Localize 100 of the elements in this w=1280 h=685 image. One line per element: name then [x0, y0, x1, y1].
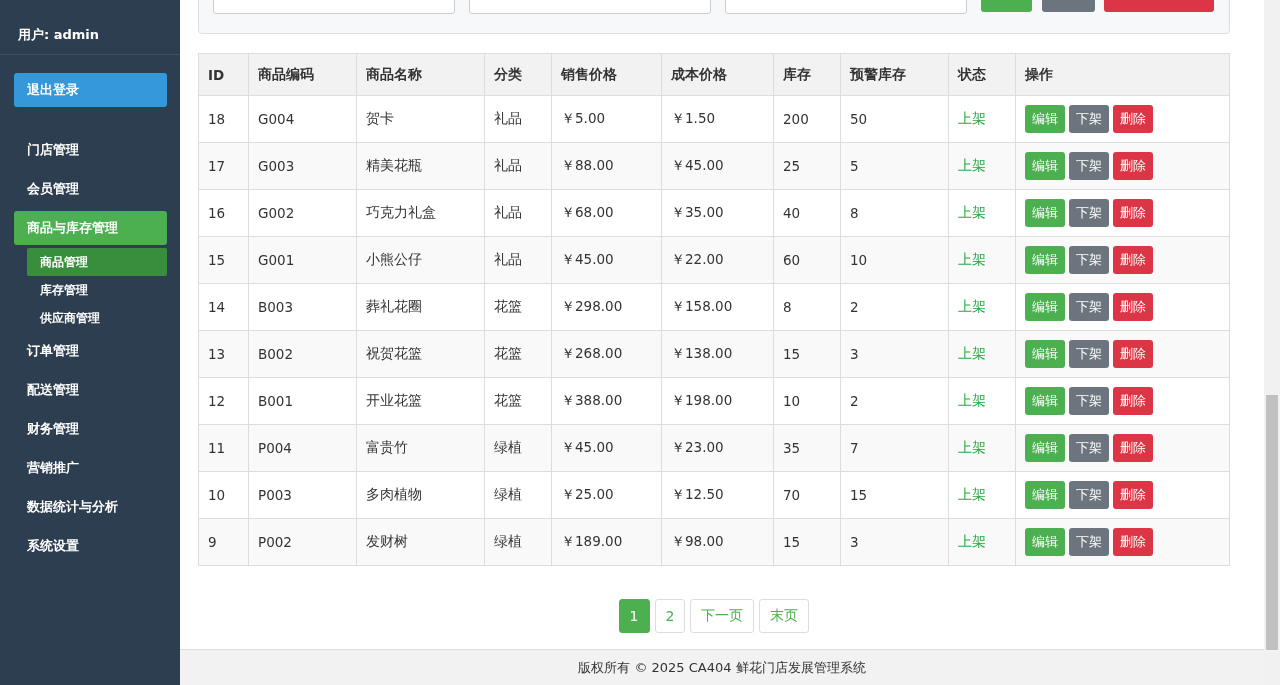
table-cell: ￥5.00: [552, 96, 662, 142]
toggle-button[interactable]: 下架: [1069, 246, 1109, 274]
table-cell: ￥138.00: [662, 331, 774, 377]
delete-button[interactable]: 删除: [1113, 293, 1153, 321]
toggle-button[interactable]: 下架: [1069, 528, 1109, 556]
logout-button[interactable]: 退出登录: [14, 73, 167, 107]
table-cell: 16: [199, 190, 249, 236]
toggle-button[interactable]: 下架: [1069, 387, 1109, 415]
delete-button[interactable]: 删除: [1113, 246, 1153, 274]
sidebar-subitem[interactable]: 库存管理: [27, 276, 167, 304]
delete-button[interactable]: 删除: [1113, 152, 1153, 180]
table-cell: 花篮: [485, 284, 552, 330]
table-cell: B003: [249, 284, 357, 330]
table-cell: 8: [774, 284, 841, 330]
toggle-button[interactable]: 下架: [1069, 340, 1109, 368]
table-cell: 70: [774, 472, 841, 518]
status-text: 上架: [949, 284, 1016, 330]
column-header: 库存: [774, 54, 841, 95]
edit-button[interactable]: 编辑: [1025, 199, 1065, 227]
page-button[interactable]: 1: [618, 599, 650, 633]
sidebar-item[interactable]: 配送管理: [14, 373, 167, 407]
delete-button[interactable]: 删除: [1113, 434, 1153, 462]
sidebar-item[interactable]: 数据统计与分析: [14, 490, 167, 524]
delete-button[interactable]: 删除: [1113, 528, 1153, 556]
footer: 版权所有 © 2025 CA404 鲜花门店发展管理系统: [180, 649, 1264, 685]
edit-button[interactable]: 编辑: [1025, 434, 1065, 462]
table-cell: 绿植: [485, 519, 552, 565]
toggle-button[interactable]: 下架: [1069, 152, 1109, 180]
column-header: 分类: [485, 54, 552, 95]
status-text: 上架: [949, 331, 1016, 377]
edit-button[interactable]: 编辑: [1025, 105, 1065, 133]
status-text: 上架: [949, 143, 1016, 189]
table-cell: ￥45.00: [662, 143, 774, 189]
table-cell: 15: [841, 472, 949, 518]
edit-button[interactable]: 编辑: [1025, 528, 1065, 556]
table-cell: ￥12.50: [662, 472, 774, 518]
table-cell: 15: [774, 519, 841, 565]
table-cell: ￥68.00: [552, 190, 662, 236]
delete-button[interactable]: 删除: [1113, 481, 1153, 509]
edit-button[interactable]: 编辑: [1025, 340, 1065, 368]
table-cell: ￥158.00: [662, 284, 774, 330]
delete-button[interactable]: 删除: [1113, 340, 1153, 368]
toggle-button[interactable]: 下架: [1069, 434, 1109, 462]
sidebar-item[interactable]: 订单管理: [14, 334, 167, 368]
status-text: 上架: [949, 519, 1016, 565]
table-cell: 3: [841, 519, 949, 565]
scrollbar[interactable]: [1264, 0, 1280, 685]
table-cell: ￥35.00: [662, 190, 774, 236]
page-button[interactable]: 2: [654, 599, 686, 633]
table-cell: 2: [841, 284, 949, 330]
table-cell: 15: [199, 237, 249, 283]
edit-button[interactable]: 编辑: [1025, 152, 1065, 180]
table-cell: 18: [199, 96, 249, 142]
sidebar-item[interactable]: 商品与库存管理: [14, 211, 167, 245]
sidebar-subitem[interactable]: 商品管理: [27, 248, 167, 276]
sidebar-item[interactable]: 会员管理: [14, 172, 167, 206]
table-cell: 25: [774, 143, 841, 189]
table-cell: 35: [774, 425, 841, 471]
table-cell: P002: [249, 519, 357, 565]
table-cell: 精美花瓶: [357, 143, 485, 189]
toggle-button[interactable]: 下架: [1069, 199, 1109, 227]
sidebar-subitem[interactable]: 供应商管理: [27, 304, 167, 332]
status-text: 上架: [949, 96, 1016, 142]
sidebar-item[interactable]: 门店管理: [14, 133, 167, 167]
table-cell: ￥1.50: [662, 96, 774, 142]
sidebar-item[interactable]: 财务管理: [14, 412, 167, 446]
edit-button[interactable]: 编辑: [1025, 481, 1065, 509]
table-cell: 10: [841, 237, 949, 283]
edit-button[interactable]: 编辑: [1025, 387, 1065, 415]
table-cell: G003: [249, 143, 357, 189]
column-header: 预警库存: [841, 54, 949, 95]
table-cell: 10: [199, 472, 249, 518]
scrollbar-thumb[interactable]: [1266, 395, 1278, 650]
delete-button[interactable]: 删除: [1113, 387, 1153, 415]
table-cell: ￥23.00: [662, 425, 774, 471]
sidebar-item[interactable]: 系统设置: [14, 529, 167, 563]
table-cell: 贺卡: [357, 96, 485, 142]
page-link[interactable]: 末页: [759, 599, 810, 633]
table-cell: 绿植: [485, 472, 552, 518]
column-header: 商品编码: [249, 54, 357, 95]
delete-button[interactable]: 删除: [1113, 199, 1153, 227]
table-cell: 11: [199, 425, 249, 471]
table-cell: ￥45.00: [552, 425, 662, 471]
status-text: 上架: [949, 237, 1016, 283]
table-cell: 花篮: [485, 331, 552, 377]
page-link[interactable]: 下一页: [690, 599, 755, 633]
table-cell: G004: [249, 96, 357, 142]
delete-button[interactable]: 删除: [1113, 105, 1153, 133]
toggle-button[interactable]: 下架: [1069, 481, 1109, 509]
table-cell: P003: [249, 472, 357, 518]
edit-button[interactable]: 编辑: [1025, 293, 1065, 321]
toggle-button[interactable]: 下架: [1069, 293, 1109, 321]
toggle-button[interactable]: 下架: [1069, 105, 1109, 133]
sidebar-item[interactable]: 营销推广: [14, 451, 167, 485]
table-cell: 13: [199, 331, 249, 377]
table-cell: 8: [841, 190, 949, 236]
table-cell: 花篮: [485, 378, 552, 424]
table-cell: 祝贺花篮: [357, 331, 485, 377]
table-cell: ￥98.00: [662, 519, 774, 565]
edit-button[interactable]: 编辑: [1025, 246, 1065, 274]
